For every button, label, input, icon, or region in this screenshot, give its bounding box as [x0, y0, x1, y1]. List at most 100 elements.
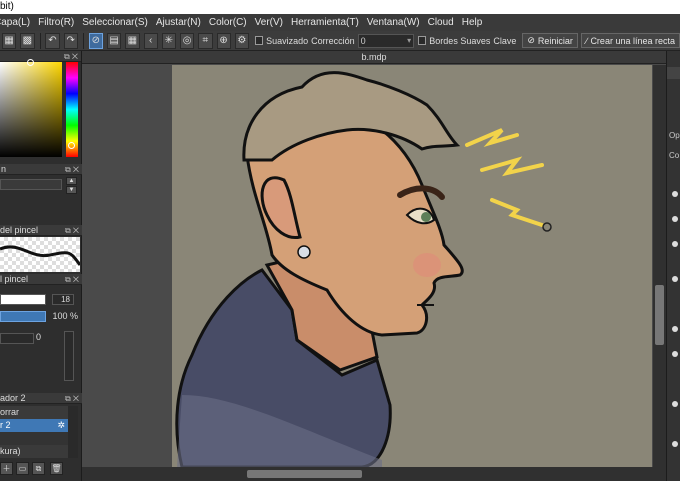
duplicate-layer-icon[interactable]: ⧉ [32, 462, 45, 475]
color-saturation-picker[interactable] [0, 59, 62, 157]
snap-curve-icon[interactable]: ⌗ [198, 32, 213, 49]
tool-option-dot[interactable] [672, 441, 678, 447]
panel-window-icons[interactable]: ⧉ ✕ [64, 51, 78, 61]
straight-line-label: Crear una línea recta [590, 35, 675, 46]
vertical-scrollbar[interactable] [653, 65, 666, 467]
chevron-down-icon[interactable]: ▼ [66, 186, 77, 194]
toolbar-separator [39, 32, 41, 49]
tool-option-dot[interactable] [672, 326, 678, 332]
tool-option-dot[interactable] [672, 241, 678, 247]
brush-name-field[interactable] [0, 179, 62, 190]
reset-button-label: Reiniciar [537, 35, 573, 46]
artwork [175, 71, 552, 467]
menu-seleccionar[interactable]: Seleccionar(S) [78, 17, 152, 28]
soft-edges-checkbox[interactable] [418, 36, 427, 45]
cheek-blush [413, 253, 441, 277]
lightning-mark-3 [490, 198, 544, 227]
correction-select[interactable]: 0 [357, 33, 415, 48]
brush-scrollbar[interactable] [64, 331, 74, 381]
left-panel: ⧉ ✕ n ⧉ ✕ ▲ ▼ del pincel ⧉ ✕ l pincel ⧉ ✕ 1… [0, 51, 82, 481]
menu-color[interactable]: Color(C) [205, 17, 251, 28]
correction-label: Corrección [311, 35, 355, 46]
opacity-slider[interactable] [0, 311, 46, 322]
menu-cloud[interactable]: Cloud [424, 17, 458, 28]
brush-size-header: l pincel ⧉ ✕ [0, 274, 82, 285]
folder-icon[interactable]: ▭ [16, 462, 29, 475]
panel-window-icons[interactable]: ⧉ ✕ [65, 274, 79, 284]
brush-shape-header: del pincel ⧉ ✕ [0, 225, 82, 236]
menu-ajustar[interactable]: Ajustar(N) [152, 17, 205, 28]
drawing-canvas[interactable] [172, 65, 652, 467]
layer-active-label: r 2 [0, 420, 11, 430]
brush-stroke-svg [0, 245, 82, 266]
brush-size-value[interactable]: 18 [52, 294, 74, 305]
snap-radial-icon[interactable]: ✳ [161, 32, 176, 49]
undo-icon[interactable]: ↶ [45, 32, 60, 49]
right-panel-label-co: Co [669, 151, 680, 160]
hue-cursor[interactable] [68, 142, 75, 149]
layer-row-erase[interactable]: orrar [0, 406, 68, 419]
layer-row-active[interactable]: r 2 ✲ [0, 419, 68, 432]
trash-icon[interactable]: 🗑 [50, 462, 63, 475]
line-icon: ∕ [585, 35, 588, 46]
panel-window-icons[interactable]: ⧉ ✕ [65, 225, 79, 235]
horizontal-scrollbar[interactable] [82, 467, 666, 481]
smooth-label: Suavizado [266, 35, 309, 46]
navigator-icon[interactable] [667, 67, 680, 79]
tool-option-dot[interactable] [672, 401, 678, 407]
grid-icon[interactable]: ▩ [20, 32, 35, 49]
canvas-area: b.mdp [82, 51, 666, 467]
right-panel-label-op: Op [669, 131, 680, 140]
layers-grid-icon[interactable]: ▦ [2, 32, 17, 49]
layers-scrollbar[interactable] [68, 406, 78, 458]
color-picker-cursor[interactable] [27, 59, 34, 66]
panel-window-icons[interactable]: ⧉ ✕ [65, 164, 79, 174]
layer-row-kura[interactable]: kura) [0, 445, 68, 458]
layer-row-empty[interactable] [0, 432, 68, 445]
right-panel: Op Co [666, 51, 680, 481]
layer-kura-label: kura) [0, 446, 21, 456]
snap-parallel-icon[interactable]: ▤ [107, 32, 122, 49]
snap-circle-icon[interactable]: ◎ [180, 32, 195, 49]
menu-capa[interactable]: Capa(L) [0, 17, 34, 28]
horizontal-scroll-thumb[interactable] [247, 470, 362, 478]
snap-vanish-icon[interactable]: ‹ [143, 32, 158, 49]
snap-settings-icon[interactable]: ⚙ [234, 32, 249, 49]
brush-shape-title: del pincel [0, 225, 39, 235]
menu-ver[interactable]: Ver(V) [251, 17, 287, 28]
menu-herramienta[interactable]: Herramienta(T) [287, 17, 363, 28]
add-layer-icon[interactable]: ＋ [0, 462, 13, 475]
layer-erase-label: orrar [0, 407, 20, 417]
opacity-value: 100 % [52, 311, 78, 321]
straight-line-button[interactable]: ∕ Crear una línea recta [580, 33, 680, 48]
snap-off-icon[interactable]: ⊘ [88, 32, 103, 49]
brush-size-slider[interactable] [0, 294, 46, 305]
gear-icon[interactable]: ✲ [57, 419, 65, 432]
reset-button[interactable]: ⊘ Reiniciar [522, 33, 578, 48]
soft-edges-label: Bordes Suaves [429, 35, 491, 46]
snap-ellipse-icon[interactable]: ⊕ [216, 32, 231, 49]
hue-slider[interactable] [66, 62, 78, 157]
vertical-scroll-thumb[interactable] [655, 285, 664, 345]
lightning-mark-1 [465, 128, 519, 147]
tool-option-dot[interactable] [672, 191, 678, 197]
smooth-checkbox[interactable] [255, 36, 264, 45]
eye-iris [421, 212, 431, 222]
menu-ventana[interactable]: Ventana(W) [363, 17, 424, 28]
tool-option-dot[interactable] [672, 216, 678, 222]
redo-icon[interactable]: ↷ [63, 32, 78, 49]
chevron-up-icon[interactable]: ▲ [66, 177, 77, 185]
tool-option-dot[interactable] [672, 351, 678, 357]
menu-help[interactable]: Help [458, 17, 487, 28]
menu-filtro[interactable]: Filtro(R) [34, 17, 78, 28]
panel-window-icons[interactable]: ⧉ ✕ [65, 393, 79, 403]
document-tab[interactable]: b.mdp [82, 51, 666, 64]
lightning-mark-2 [480, 156, 544, 177]
snap-grid-icon[interactable]: ▦ [125, 32, 140, 49]
brush-panel-header: n ⧉ ✕ [0, 164, 82, 175]
stabilizer-slider[interactable] [0, 333, 34, 344]
tool-option-dot[interactable] [672, 276, 678, 282]
stabilizer-value: 0 [36, 332, 42, 342]
menu-bar: Capa(L) Filtro(R) Seleccionar(S) Ajustar… [0, 14, 680, 31]
key-label: Clave [493, 35, 517, 46]
